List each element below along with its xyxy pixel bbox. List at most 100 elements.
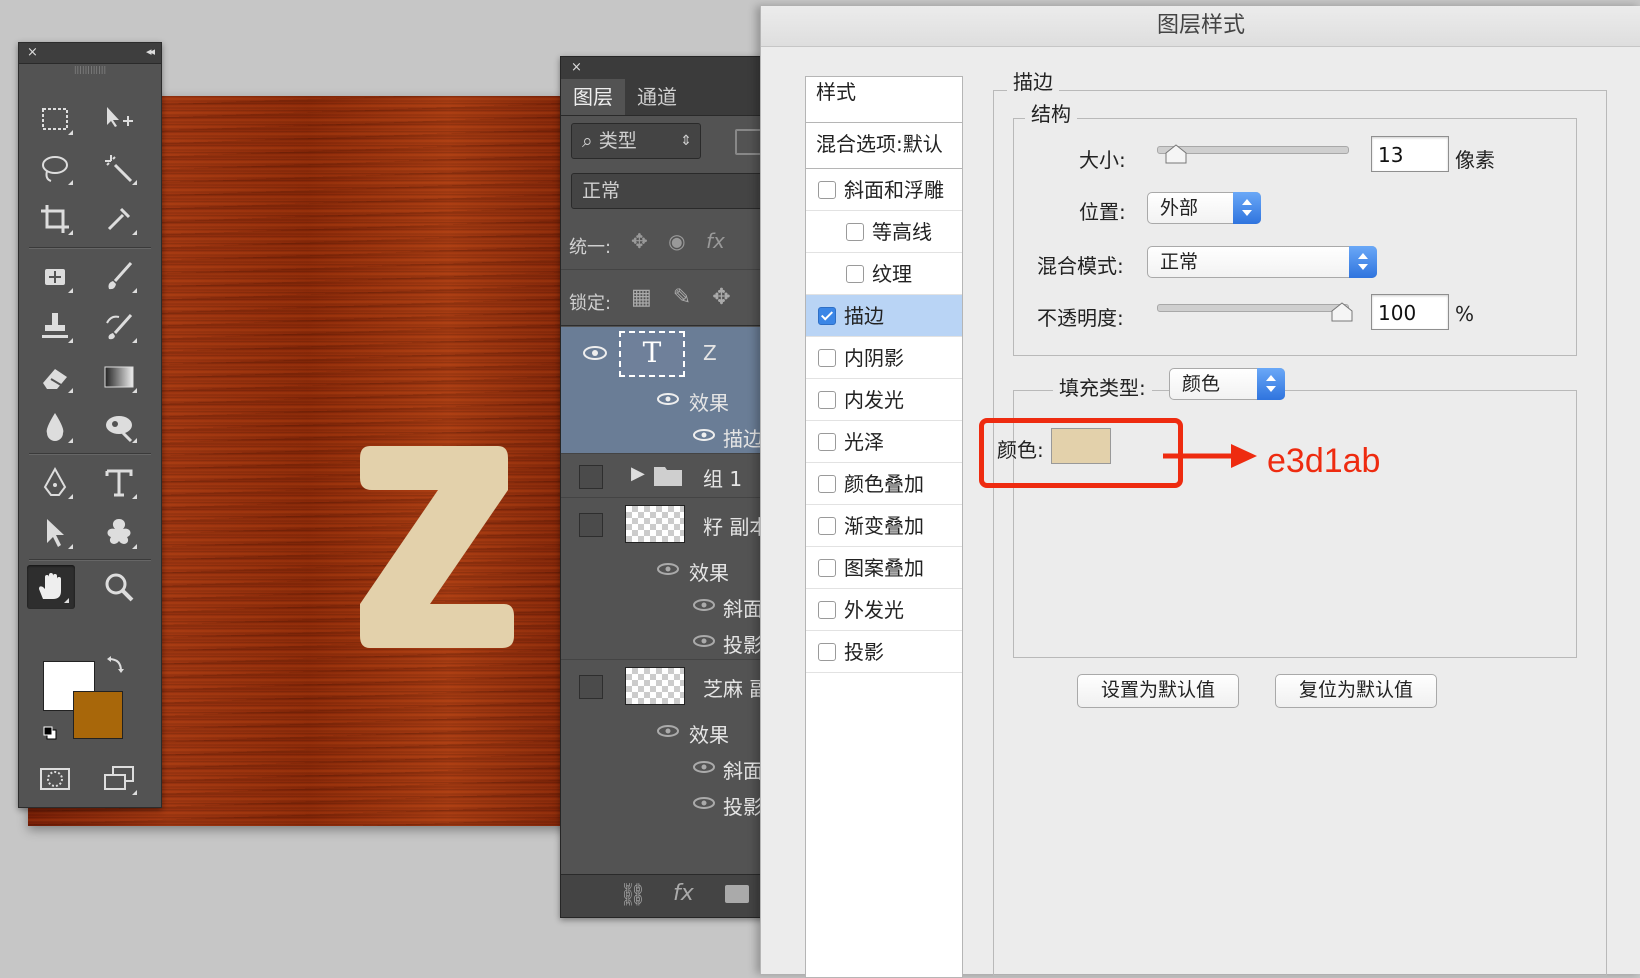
opacity-input[interactable]: 100 — [1371, 294, 1449, 330]
eye-icon[interactable] — [693, 428, 715, 442]
layer-row-group[interactable]: ▶ 组 1 — [561, 455, 791, 498]
dodge-tool[interactable] — [95, 405, 143, 449]
drag-grip[interactable]: |||||||||||| — [19, 64, 161, 76]
unify-visibility-icon[interactable]: ◉ — [668, 229, 685, 253]
tab-layers[interactable]: 图层 — [561, 79, 625, 115]
eye-icon[interactable] — [583, 345, 607, 361]
style-item[interactable]: 内发光 — [806, 379, 962, 421]
size-slider-knob[interactable] — [1165, 144, 1187, 164]
eye-icon[interactable] — [657, 392, 679, 406]
style-item[interactable]: 内阴影 — [806, 337, 962, 379]
lasso-tool[interactable] — [31, 147, 79, 191]
eye-icon[interactable] — [693, 634, 715, 648]
zoom-tool[interactable] — [95, 565, 143, 609]
unify-style-icon[interactable]: fx — [706, 229, 725, 253]
style-item[interactable]: 渐变叠加 — [806, 505, 962, 547]
layer-row-z[interactable]: T Z — [561, 327, 791, 382]
collapse-icon[interactable]: ◂◂ — [146, 45, 155, 58]
style-checkbox[interactable] — [818, 475, 836, 493]
style-item[interactable]: 颜色叠加 — [806, 463, 962, 505]
layer-effect-row[interactable]: 投影 — [561, 623, 791, 660]
opacity-slider[interactable] — [1157, 304, 1349, 312]
lock-pixels-icon[interactable]: ✎ — [673, 285, 691, 310]
link-layers-icon[interactable]: ⛓ — [619, 883, 647, 908]
close-icon[interactable]: × — [27, 45, 38, 60]
unify-icons[interactable]: ✥ ◉ fx — [631, 229, 725, 253]
style-checkbox[interactable] — [818, 517, 836, 535]
pen-tool[interactable] — [31, 461, 79, 505]
style-item[interactable]: 纹理 — [806, 253, 962, 295]
layer-effects-row[interactable]: 效果 — [561, 551, 791, 587]
add-mask-icon[interactable] — [725, 885, 749, 903]
brush-tool[interactable] — [95, 255, 143, 299]
move-tool[interactable] — [95, 97, 143, 141]
style-item[interactable]: 图案叠加 — [806, 547, 962, 589]
hand-tool[interactable] — [27, 565, 75, 609]
swap-colors-icon[interactable] — [105, 655, 125, 675]
background-color-swatch[interactable] — [73, 691, 123, 739]
eye-icon[interactable] — [657, 562, 679, 576]
filter-kind-select[interactable]: ⌕ 类型 ⇕ — [571, 123, 701, 159]
style-item[interactable]: 投影 — [806, 631, 962, 673]
blend-mode-select[interactable]: 正常 — [1147, 246, 1377, 278]
quick-mask-button[interactable] — [31, 757, 79, 801]
set-default-button[interactable]: 设置为默认值 — [1077, 674, 1239, 708]
style-item[interactable]: 等高线 — [806, 211, 962, 253]
default-colors-icon[interactable] — [43, 725, 57, 740]
style-checkbox[interactable] — [818, 643, 836, 661]
marquee-tool[interactable] — [31, 97, 79, 141]
style-checkbox[interactable] — [818, 391, 836, 409]
style-checkbox[interactable] — [818, 181, 836, 199]
style-checkbox[interactable] — [818, 307, 836, 325]
style-checkbox[interactable] — [818, 433, 836, 451]
fx-icon[interactable]: fx — [673, 881, 694, 906]
tab-channels[interactable]: 通道 — [625, 79, 689, 115]
fill-type-select[interactable]: 颜色 — [1169, 368, 1285, 400]
lock-icons[interactable]: ▦ ✎ ✥ — [631, 285, 731, 310]
visibility-toggle[interactable] — [579, 675, 603, 699]
style-checkbox[interactable] — [818, 349, 836, 367]
style-item[interactable]: 外发光 — [806, 589, 962, 631]
style-checkbox[interactable] — [846, 265, 864, 283]
eyedropper-tool[interactable] — [95, 197, 143, 241]
reset-default-button[interactable]: 复位为默认值 — [1275, 674, 1437, 708]
layer-effect-row[interactable]: 斜面和 — [561, 587, 791, 623]
eye-icon[interactable] — [693, 760, 715, 774]
style-item[interactable]: 描边 — [806, 295, 962, 337]
layer-effect-row[interactable]: 斜面和 — [561, 749, 791, 785]
expand-triangle-icon[interactable]: ▶ — [631, 463, 645, 484]
crop-tool[interactable] — [31, 197, 79, 241]
size-input[interactable]: 13 — [1371, 136, 1449, 172]
custom-shape-tool[interactable] — [95, 511, 143, 555]
blend-options-item[interactable]: 混合选项:默认 — [806, 123, 962, 169]
style-checkbox[interactable] — [818, 601, 836, 619]
screen-mode-button[interactable] — [95, 757, 143, 801]
position-select[interactable]: 外部 — [1147, 192, 1261, 224]
layer-row[interactable]: 芝麻 副 — [561, 661, 791, 713]
eye-icon[interactable] — [657, 724, 679, 738]
clone-stamp-tool[interactable] — [31, 305, 79, 349]
blur-tool[interactable] — [31, 405, 79, 449]
history-brush-tool[interactable] — [95, 305, 143, 349]
eye-icon[interactable] — [693, 598, 715, 612]
layer-effect-row[interactable]: 描边 — [561, 417, 791, 454]
eraser-tool[interactable] — [31, 355, 79, 399]
close-icon[interactable]: × — [571, 60, 582, 75]
style-checkbox[interactable] — [818, 559, 836, 577]
magic-wand-tool[interactable] — [95, 147, 143, 191]
opacity-slider-knob[interactable] — [1331, 302, 1353, 322]
visibility-toggle[interactable] — [579, 513, 603, 537]
layer-effects-row[interactable]: 效果 — [561, 713, 791, 749]
gradient-tool[interactable] — [95, 355, 143, 399]
healing-brush-tool[interactable] — [31, 255, 79, 299]
blend-mode-select[interactable]: 正常 — [571, 173, 791, 209]
layer-row[interactable]: 籽 副本 — [561, 499, 791, 551]
style-item[interactable]: 光泽 — [806, 421, 962, 463]
unify-position-icon[interactable]: ✥ — [631, 229, 648, 253]
style-checkbox[interactable] — [846, 223, 864, 241]
lock-transparency-icon[interactable]: ▦ — [631, 285, 652, 310]
type-tool[interactable] — [95, 461, 143, 505]
eye-icon[interactable] — [693, 796, 715, 810]
lock-position-icon[interactable]: ✥ — [712, 285, 730, 310]
visibility-toggle[interactable] — [579, 465, 603, 489]
